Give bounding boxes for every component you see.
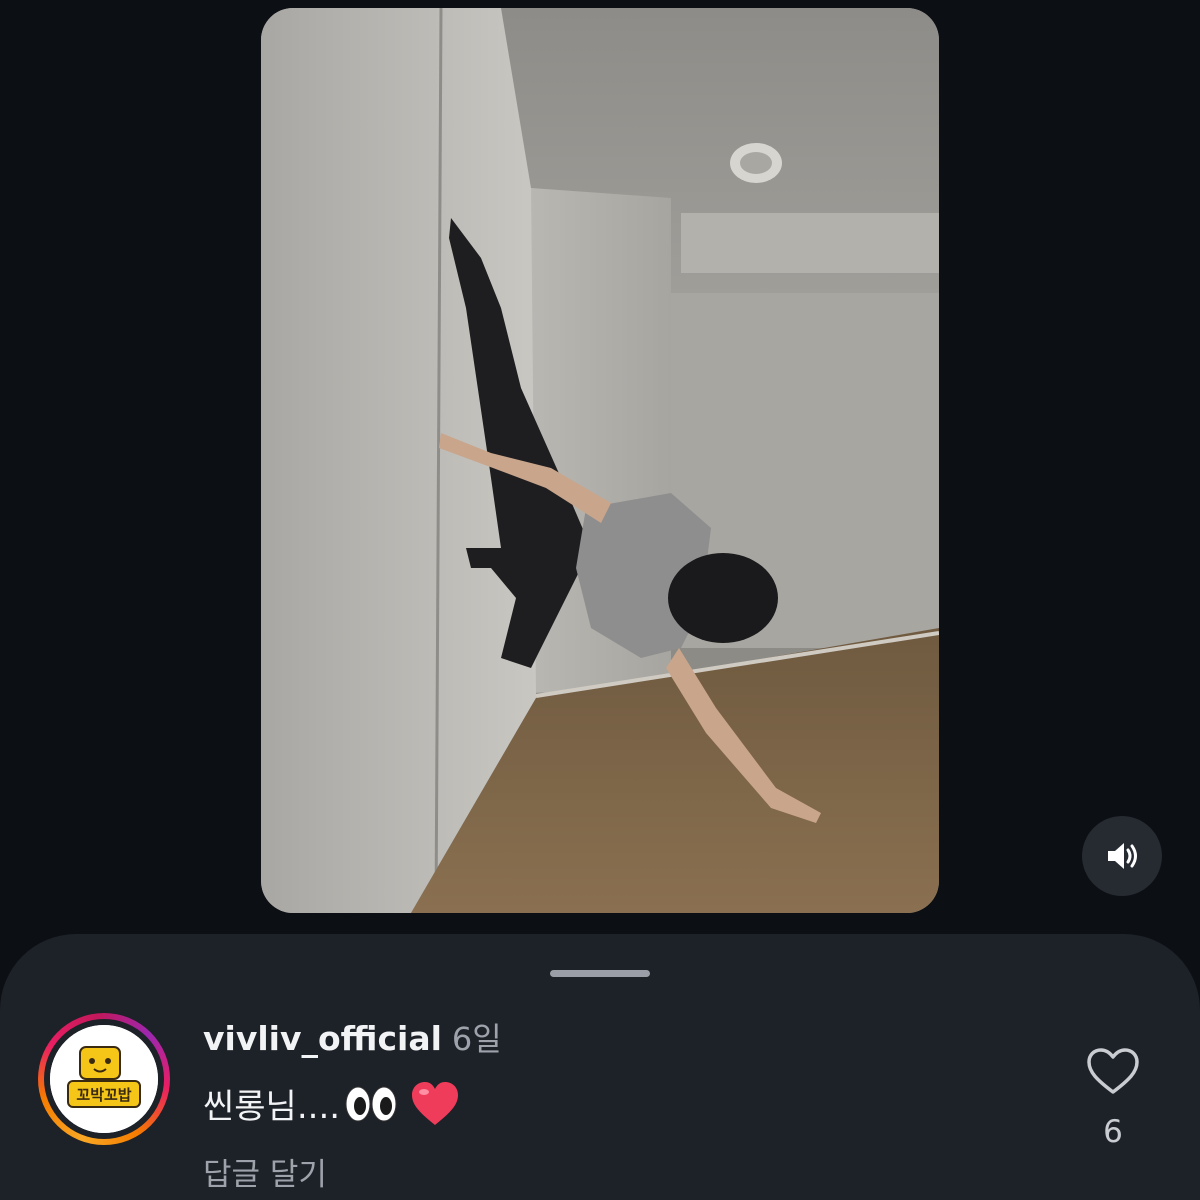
- comment-sheet: 꼬박꼬밥 vivliv_official 6일 씬롱님.... 답글 달기 6: [0, 934, 1200, 1200]
- screen: 꼬박꼬밥 vivliv_official 6일 씬롱님.... 답글 달기 6: [0, 0, 1200, 1200]
- heart-outline-icon[interactable]: [1085, 1046, 1141, 1096]
- video-player[interactable]: [261, 8, 939, 913]
- like-count: 6: [1103, 1114, 1123, 1150]
- heart-emoji-icon: [412, 1081, 459, 1125]
- speaker-icon: [1108, 843, 1137, 869]
- comment-body: 씬롱님....: [203, 1079, 460, 1128]
- eyes-emoji-icon: [345, 1086, 397, 1121]
- comment-timestamp: 6일: [451, 1020, 502, 1058]
- reply-button[interactable]: 답글 달기: [203, 1149, 327, 1194]
- video-frame: [261, 8, 939, 913]
- comment-header: vivliv_official 6일: [203, 1014, 502, 1060]
- sound-toggle-button[interactable]: [1082, 816, 1162, 896]
- avatar-logo-text: 꼬박꼬밥: [76, 1086, 131, 1104]
- avatar[interactable]: 꼬박꼬밥: [50, 1025, 158, 1133]
- comment-text: 씬롱님....: [203, 1087, 341, 1127]
- avatar-logo: 꼬박꼬밥: [50, 1025, 158, 1133]
- comment-username[interactable]: vivliv_official: [203, 1019, 442, 1058]
- sheet-drag-handle[interactable]: [550, 970, 650, 977]
- story-ring[interactable]: 꼬박꼬밥: [38, 1013, 170, 1145]
